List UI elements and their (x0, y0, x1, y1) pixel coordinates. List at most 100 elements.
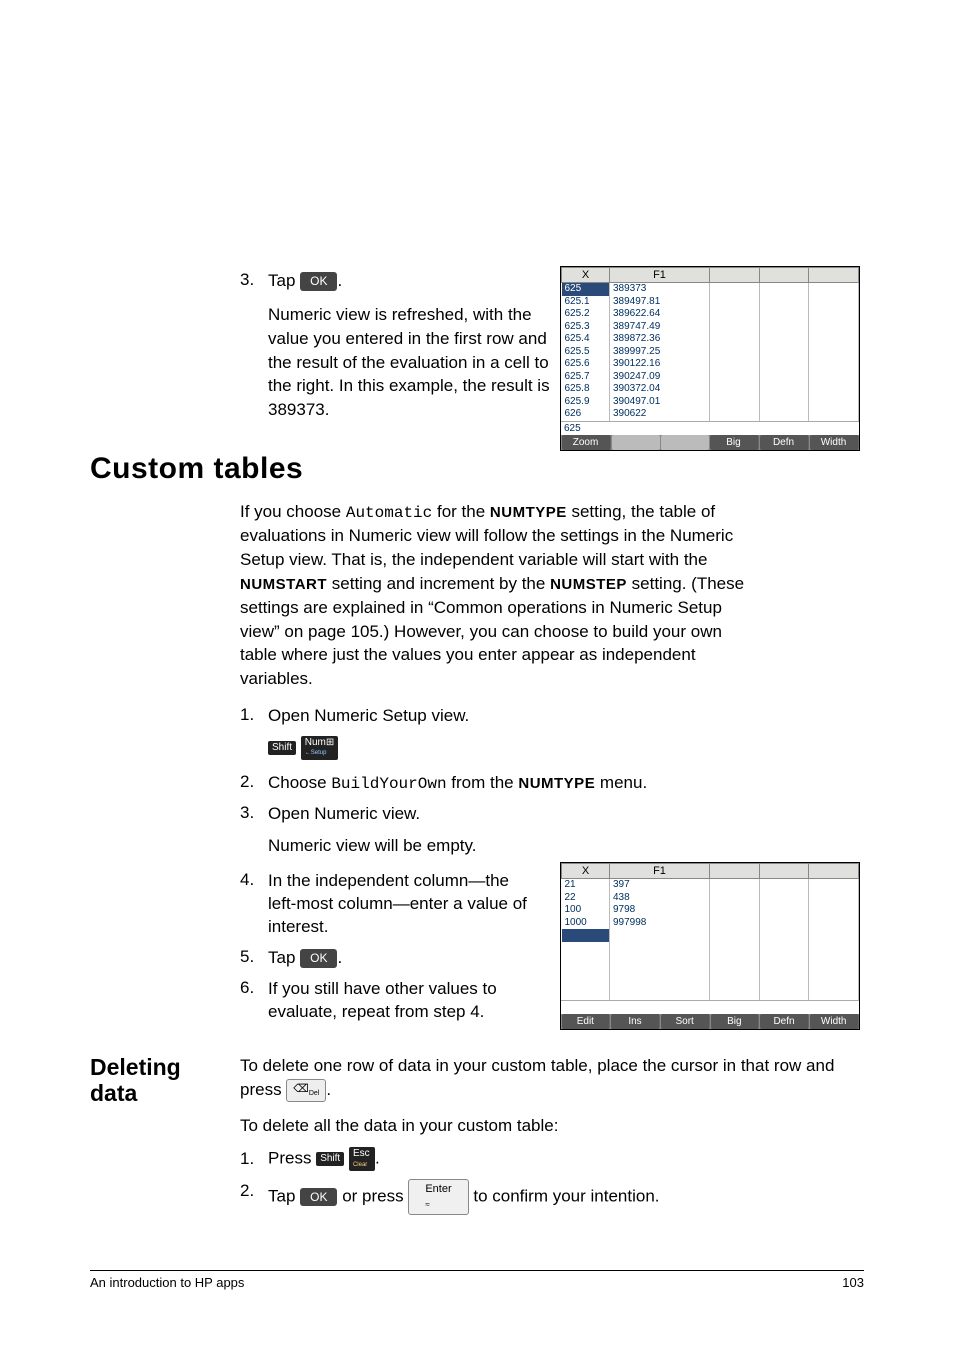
step-body: Open Numeric view. (268, 803, 740, 826)
entry-line (561, 1000, 859, 1014)
col-header-f1: F1 (610, 864, 710, 879)
page-footer: An introduction to HP apps 103 (90, 1270, 864, 1290)
softkey-defn: Defn (760, 1014, 809, 1029)
del-s2-text: Tap (268, 1187, 300, 1206)
cell-x: 625 (562, 283, 610, 296)
esc-clear-key-icon: Esc Clear (349, 1147, 375, 1171)
step-body: Open Numeric Setup view. (268, 705, 740, 728)
step3b-para: Numeric view will be empty. (268, 834, 668, 858)
step-marker: 2. (240, 1179, 268, 1215)
del-s2-text: or press (337, 1187, 408, 1206)
col-header-blank (710, 268, 760, 283)
ok-button-image: OK (300, 949, 337, 967)
footer-title: An introduction to HP apps (90, 1275, 244, 1290)
sc-numtype: NUMTYPE (490, 504, 567, 521)
num-key-sublabel: ←Setup (305, 750, 327, 756)
step3-text-pre: Tap (268, 271, 300, 290)
s2-text: Choose (268, 773, 331, 792)
step-marker: 1. (240, 705, 268, 728)
numeric-view-screenshot-2: X F1 21397 22438 1009798 1000997998 Edit… (560, 862, 860, 1030)
enter-sublabel: ≈ (425, 1200, 429, 1209)
cell-f1: 390497.01 (610, 396, 710, 409)
softkey-width: Width (810, 435, 859, 450)
cell-x: 21 (562, 879, 610, 892)
deleting-para-2: To delete all the data in your custom ta… (240, 1114, 864, 1138)
s2-text: from the (447, 773, 519, 792)
cell-f1: 389747.49 (610, 321, 710, 334)
custom-tables-intro: If you choose Automatic for the NUMTYPE … (240, 500, 745, 691)
enter-label: Enter (425, 1183, 451, 1195)
softkey-blank (661, 435, 709, 450)
backspace-key-icon: ⌫Del (286, 1079, 326, 1102)
softkey-menu: Zoom Big Defn Width (561, 435, 859, 450)
col-header-blank (759, 864, 809, 879)
enter-key-icon: Enter ≈ (408, 1179, 468, 1215)
step-marker: 5. (240, 947, 268, 970)
s2-text: menu. (595, 773, 647, 792)
numeric-view-screenshot-1: X F1 625389373 625.1389497.81 625.238962… (560, 266, 860, 451)
ok-button-image: OK (300, 1188, 337, 1206)
cell-f1: 397 (610, 879, 710, 892)
softkey-zoom: Zoom (562, 435, 611, 450)
cell-f1: 9798 (610, 904, 710, 917)
cell-f1: 390372.04 (610, 383, 710, 396)
cell-f1: 390622 (610, 408, 710, 421)
step-marker: 3. (240, 803, 268, 826)
cell-f1: 389872.36 (610, 333, 710, 346)
intro-part: If you choose (240, 502, 346, 521)
col-header-blank (809, 268, 859, 283)
del-p1-text: . (326, 1080, 331, 1099)
num-setup-key-icon: Num⊞ ←Setup (301, 736, 339, 760)
cell-f1: 389497.81 (610, 296, 710, 309)
cell-f1: 389997.25 (610, 346, 710, 359)
cell-f1: 389622.64 (610, 308, 710, 321)
col-header-f1: F1 (610, 268, 710, 283)
step-body: If you still have other values to evalua… (268, 978, 558, 1024)
deleting-para-1: To delete one row of data in your custom… (240, 1054, 864, 1102)
step-body: Tap OK or press Enter ≈ to confirm your i… (268, 1179, 864, 1215)
del-s2-text: to confirm your intention. (469, 1187, 660, 1206)
softkey-width: Width (810, 1014, 859, 1029)
cell-f1: 389373 (610, 283, 710, 296)
entry-line: 625 (561, 421, 859, 435)
cell-x: 625.7 (562, 371, 610, 384)
cell-x: 625.8 (562, 383, 610, 396)
cell-x: 22 (562, 892, 610, 905)
mono-buildyourown: BuildYourOwn (331, 775, 446, 793)
del-s1-text: . (375, 1149, 380, 1168)
step-body: Press Shift Esc Clear. (268, 1147, 864, 1171)
softkey-sort: Sort (661, 1014, 710, 1029)
step-body: Choose BuildYourOwn from the NUMTYPE men… (268, 772, 740, 796)
del-s1-text: Press (268, 1149, 316, 1168)
mono-automatic: Automatic (346, 504, 432, 522)
sc-numstep: NUMSTEP (550, 576, 627, 593)
softkey-ins: Ins (611, 1014, 660, 1029)
sc-numtype: NUMTYPE (518, 775, 595, 792)
intro-part: setting and increment by the (327, 574, 550, 593)
step3-text-post: . (337, 271, 342, 290)
softkey-defn: Defn (760, 435, 809, 450)
cell-x: 626 (562, 408, 610, 421)
cell-x: 625.5 (562, 346, 610, 359)
step-marker: 4. (240, 870, 268, 939)
footer-page-number: 103 (842, 1275, 864, 1290)
esc-label: Esc (353, 1148, 370, 1159)
s5-text: Tap (268, 948, 300, 967)
step3-description: Numeric view is refreshed, with the valu… (268, 303, 558, 422)
shift-key-icon: Shift (268, 741, 296, 755)
softkey-big: Big (711, 1014, 760, 1029)
cell-x: 625.2 (562, 308, 610, 321)
clear-sublabel: Clear (353, 1162, 367, 1168)
s5-text: . (337, 948, 342, 967)
step-marker: 6. (240, 978, 268, 1024)
shift-key-icon: Shift (316, 1152, 344, 1166)
softkey-big: Big (710, 435, 759, 450)
cell-f1: 390247.09 (610, 371, 710, 384)
col-header-blank (759, 268, 809, 283)
softkey-edit: Edit (562, 1014, 611, 1029)
cell-x-selected (562, 929, 610, 942)
col-header-x: X (562, 268, 610, 283)
cell-x: 625.1 (562, 296, 610, 309)
step-marker: 3. (240, 270, 268, 293)
step-marker: 2. (240, 772, 268, 796)
